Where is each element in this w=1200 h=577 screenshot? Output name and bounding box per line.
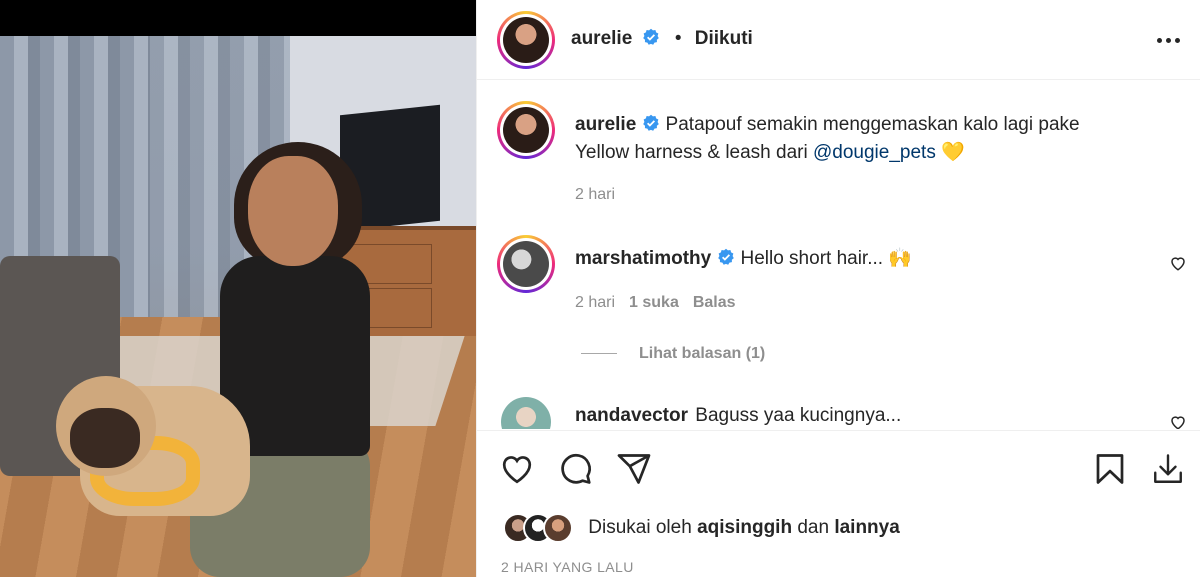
- header-user-info: aurelie • Diikuti: [571, 28, 753, 50]
- post-timestamp: 2 HARI YANG LALU: [501, 559, 634, 575]
- comment-text: marshatimothy Hello short hair... 🙌: [575, 245, 1135, 273]
- comments-section[interactable]: aurelie Patapouf semakin menggemaskan ka…: [477, 81, 1200, 429]
- caption-emoji: 💛: [941, 142, 965, 163]
- separator-dot: •: [674, 28, 682, 49]
- comment-body: Baguss yaa kucingnya...: [695, 405, 902, 426]
- post-photo[interactable]: [0, 36, 476, 577]
- comment-body: Hello short hair... 🙌: [740, 248, 912, 269]
- comment-like-icon[interactable]: [1169, 254, 1187, 272]
- comment-text: nandavector Baguss yaa kucingnya...: [575, 402, 1135, 429]
- author-avatar[interactable]: [497, 11, 555, 69]
- commenter-username[interactable]: nandavector: [575, 405, 688, 426]
- pug-face: [70, 408, 140, 468]
- comment-time: 2 hari: [575, 294, 616, 311]
- verified-badge-icon: [718, 248, 735, 265]
- comment-likes-count[interactable]: 1 suka: [629, 294, 679, 311]
- liker-username[interactable]: aqisinggih: [697, 517, 792, 538]
- likes-prefix: Disukai oleh: [588, 517, 692, 538]
- comment-row: marshatimothy Hello short hair... 🙌 2 ha…: [477, 235, 1200, 375]
- caption-time: 2 hari: [575, 186, 616, 203]
- verified-badge-icon: [642, 28, 659, 45]
- verified-badge-icon: [643, 114, 660, 131]
- post-sidebar: aurelie • Diikuti aurelie Patapouf semak…: [476, 0, 1200, 577]
- view-replies-button[interactable]: Lihat balasan (1): [581, 345, 765, 363]
- send-icon[interactable]: [616, 451, 652, 487]
- replies-divider: [581, 353, 617, 355]
- post-actions: Disukai oleh aqisinggih dan lainnya 2 HA…: [477, 430, 1200, 577]
- post-image-panel: [0, 0, 476, 577]
- caption-username[interactable]: aurelie: [575, 114, 636, 135]
- likes-summary[interactable]: Disukai oleh aqisinggih dan lainnya: [503, 513, 900, 545]
- author-username[interactable]: aurelie: [571, 28, 632, 49]
- commenter-avatar[interactable]: [497, 235, 555, 293]
- heart-icon[interactable]: [499, 451, 535, 487]
- view-replies-label: Lihat balasan (1): [639, 345, 766, 362]
- comment-like-icon[interactable]: [1169, 413, 1187, 429]
- comment-meta: 2 hari 1 suka Balas: [575, 294, 736, 312]
- likes-others-link[interactable]: lainnya: [834, 517, 899, 538]
- reply-button[interactable]: Balas: [693, 294, 736, 311]
- caption-avatar[interactable]: [497, 101, 555, 159]
- more-icon: [1156, 37, 1162, 43]
- bookmark-icon[interactable]: [1092, 451, 1128, 487]
- download-icon[interactable]: [1150, 451, 1186, 487]
- liker-avatar: [543, 513, 573, 543]
- commenter-username[interactable]: marshatimothy: [575, 248, 711, 269]
- comment-icon[interactable]: [557, 451, 593, 487]
- more-options-button[interactable]: [1153, 30, 1183, 50]
- follow-status-button[interactable]: Diikuti: [695, 28, 753, 49]
- post-header: aurelie • Diikuti: [477, 0, 1200, 80]
- caption-row: aurelie Patapouf semakin menggemaskan ka…: [477, 101, 1200, 203]
- commenter-avatar[interactable]: [501, 397, 551, 429]
- likes-text: Disukai oleh aqisinggih dan lainnya: [588, 517, 900, 538]
- caption-mention-link[interactable]: @dougie_pets: [813, 142, 936, 163]
- caption-text: aurelie Patapouf semakin menggemaskan ka…: [575, 111, 1135, 167]
- likes-conjunction: dan: [797, 517, 830, 538]
- comment-row: nandavector Baguss yaa kucingnya...: [477, 397, 1200, 429]
- woman-face: [248, 156, 338, 266]
